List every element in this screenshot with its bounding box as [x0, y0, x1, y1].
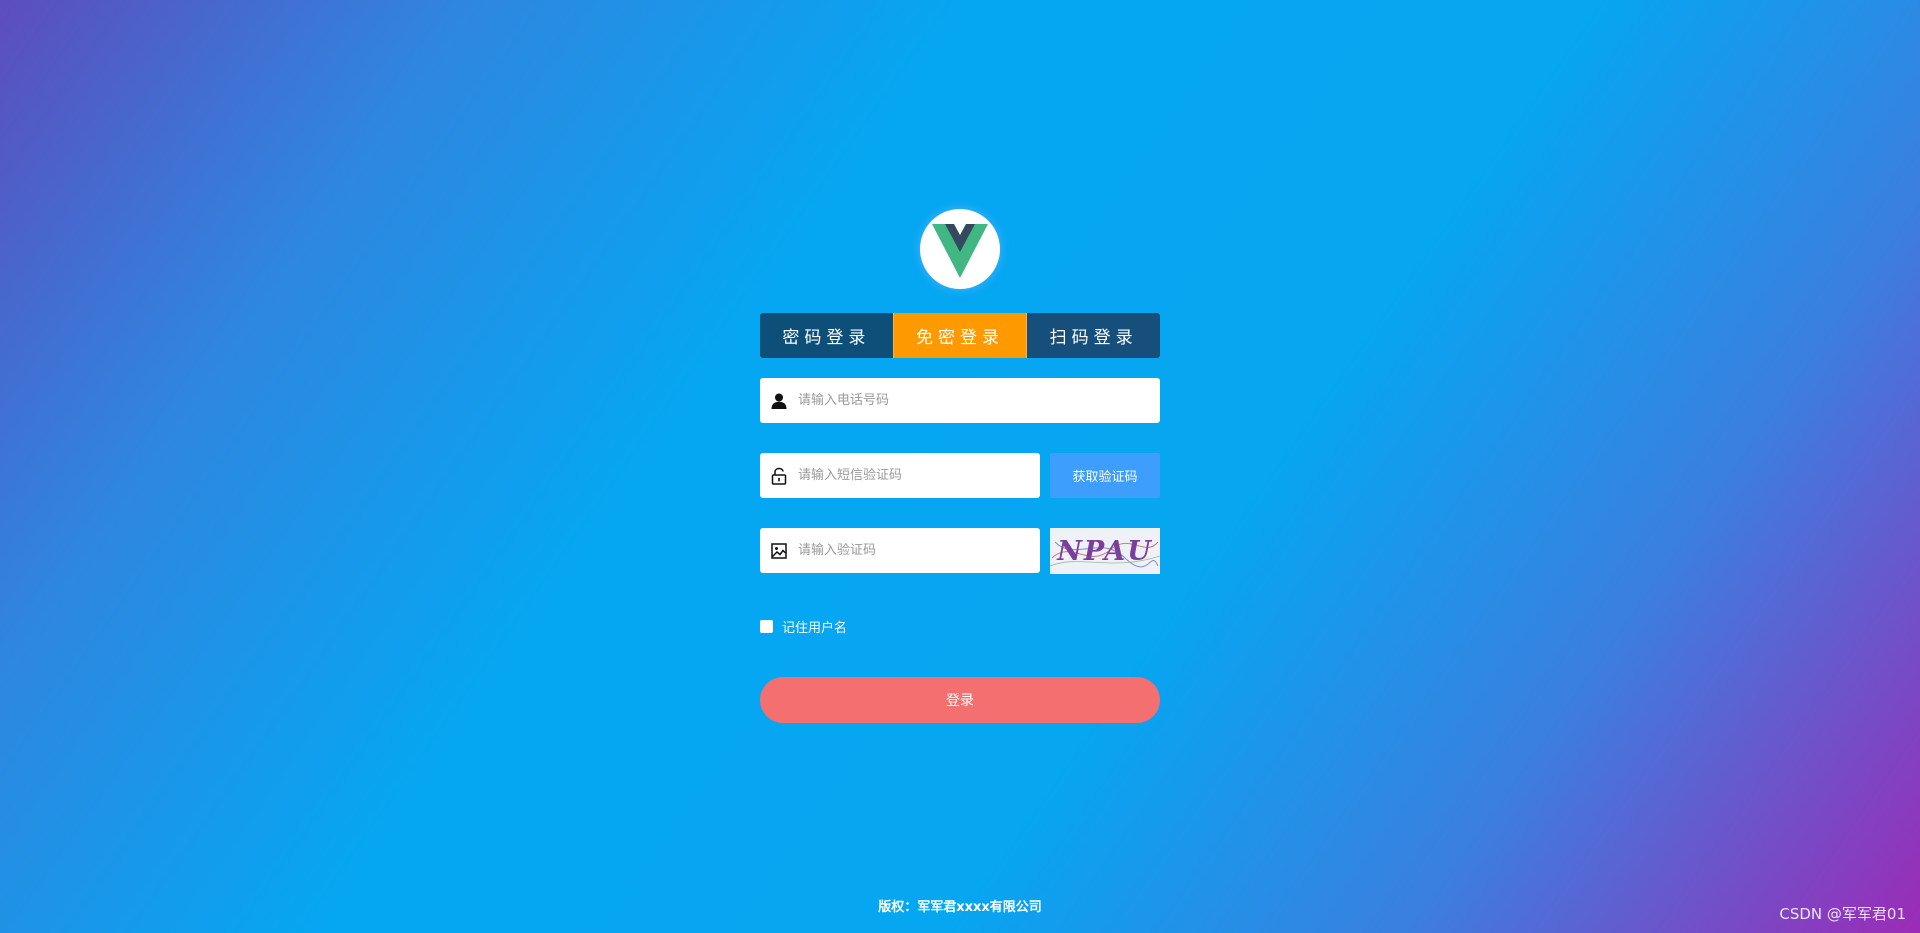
sms-code-input[interactable] [798, 455, 1040, 496]
login-tabs: 密码登录 免密登录 扫码登录 [760, 313, 1160, 358]
lock-icon [760, 453, 798, 498]
remember-checkbox[interactable] [760, 620, 773, 633]
captcha-input[interactable] [798, 530, 1040, 571]
image-icon [760, 528, 798, 573]
remember-label: 记住用户名 [782, 621, 848, 636]
captcha-text: NPAU [1057, 535, 1153, 567]
captcha-image[interactable]: NPAU [1050, 528, 1160, 574]
tab-passwordless-login[interactable]: 免密登录 [892, 313, 1028, 358]
tab-password-login[interactable]: 密码登录 [760, 313, 893, 358]
sms-code-field [760, 453, 1040, 498]
login-page: 密码登录 免密登录 扫码登录 获取验证码 [0, 0, 1920, 933]
captcha-field [760, 528, 1040, 573]
copyright-text: 版权：军军君xxxx有限公司 [878, 900, 1042, 915]
user-icon [760, 378, 798, 423]
phone-field [760, 378, 1160, 423]
tab-qrcode-login[interactable]: 扫码登录 [1027, 313, 1160, 358]
get-sms-code-button[interactable]: 获取验证码 [1050, 453, 1160, 498]
vue-logo-icon [920, 209, 1000, 289]
login-button[interactable]: 登录 [760, 677, 1160, 723]
watermark-text: CSDN @军军君01 [1779, 905, 1906, 923]
phone-input[interactable] [798, 380, 1160, 421]
remember-username[interactable]: 记住用户名 [760, 617, 847, 636]
